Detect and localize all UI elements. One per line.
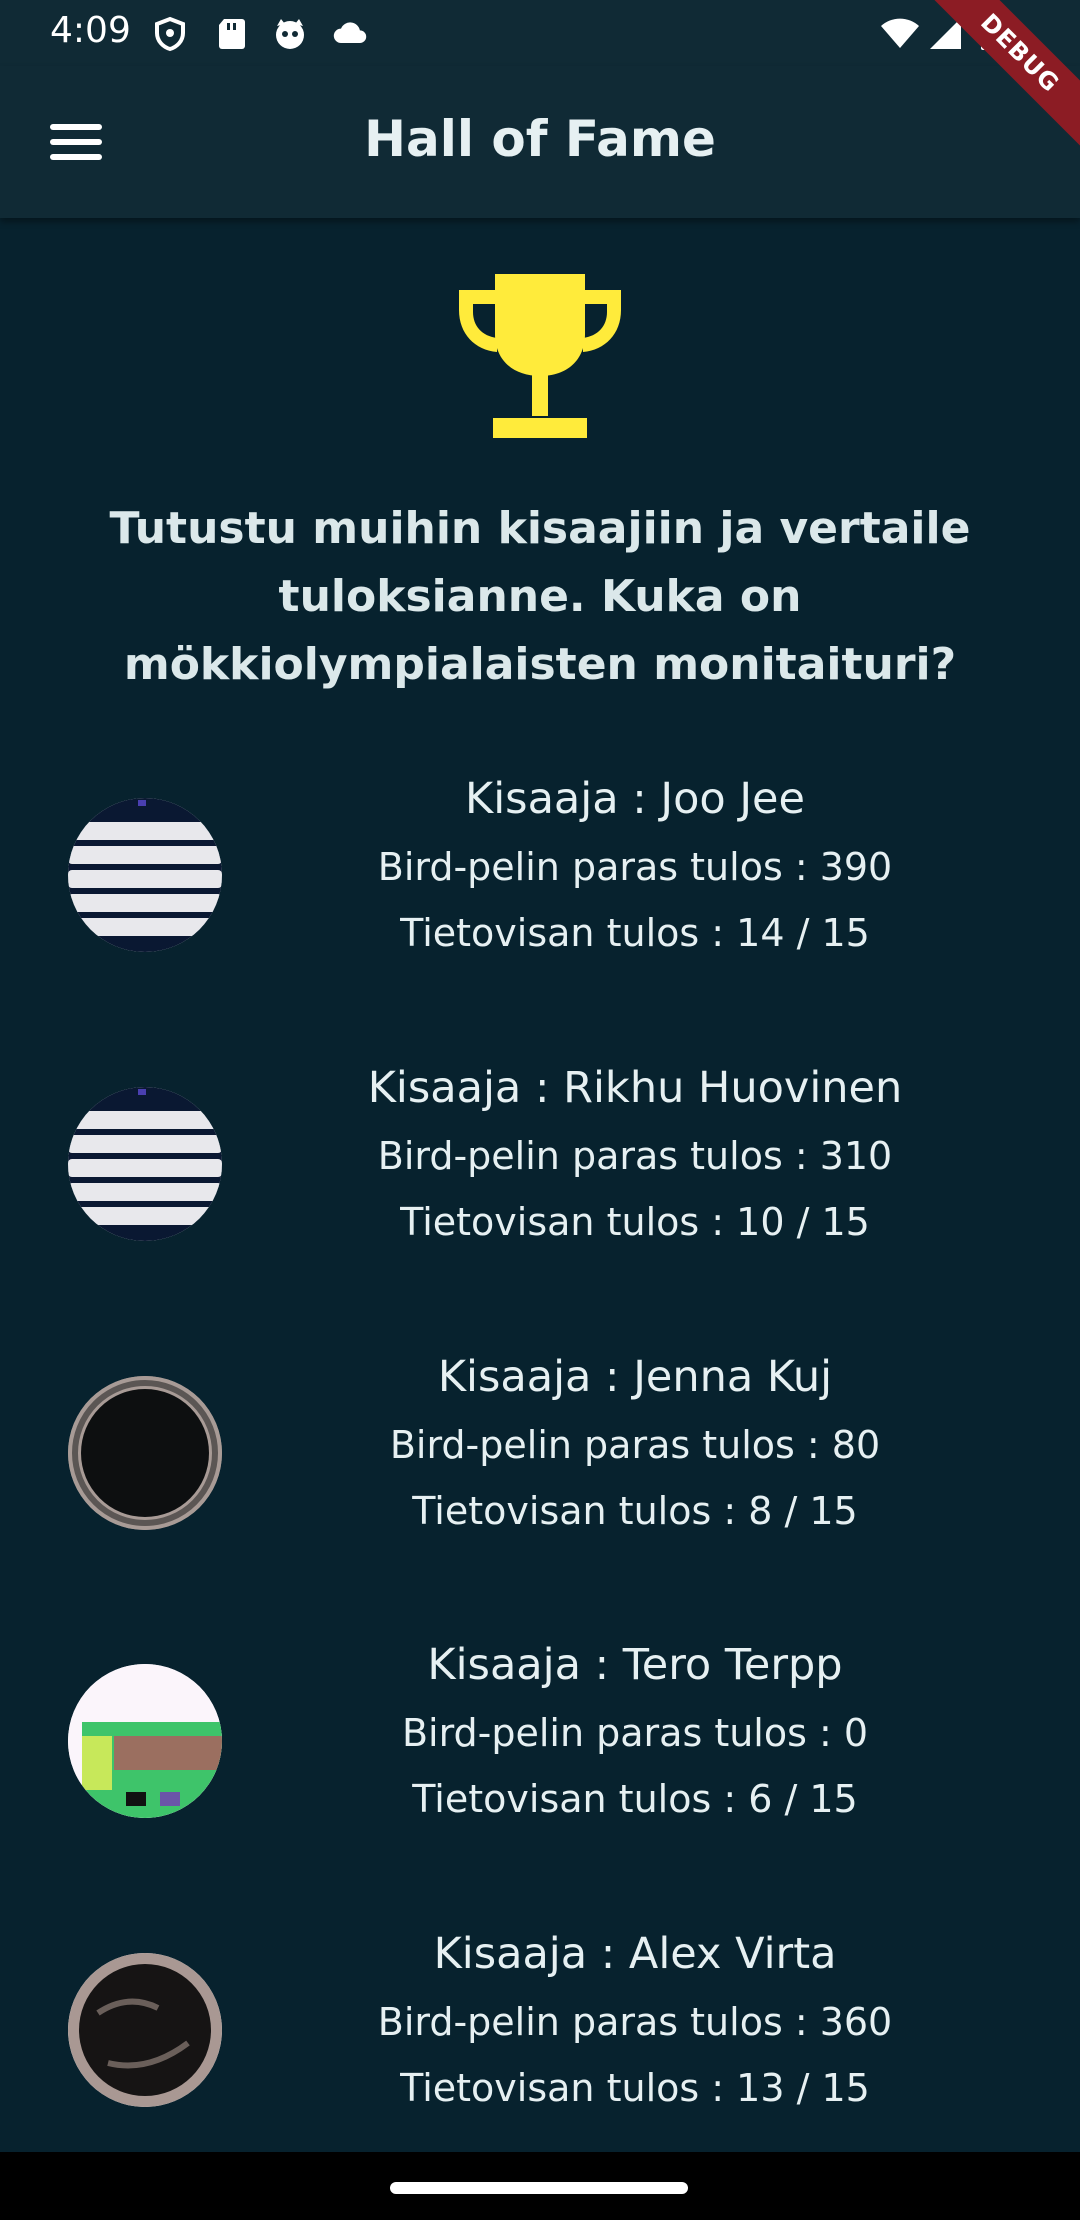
status-time: 4:09: [50, 10, 131, 51]
avatar: [68, 1376, 222, 1530]
bird-score: Bird-pelin paras tulos : 360: [377, 2000, 893, 2044]
quiz-score: Tietovisan tulos : 13 / 15: [400, 2066, 870, 2110]
quiz-score: Tietovisan tulos : 10 / 15: [400, 1200, 870, 1244]
avatar: [68, 1664, 222, 1818]
page-title: Hall of Fame: [364, 110, 716, 168]
quiz-score: Tietovisan tulos : 6 / 15: [412, 1777, 858, 1821]
list-item[interactable]: Kisaaja : Joo Jee Bird-pelin paras tulos…: [0, 740, 1080, 980]
player-name: Kisaaja : Alex Virta: [433, 1929, 837, 1979]
wifi-icon: [881, 18, 919, 48]
bird-score: Bird-pelin paras tulos : 0: [401, 1711, 869, 1755]
player-name: Kisaaja : Jenna Kuj: [437, 1352, 833, 1402]
sd-card-icon: [219, 19, 245, 49]
list-item[interactable]: Kisaaja : Tero Terpp Bird-pelin paras tu…: [0, 1606, 1080, 1846]
quiz-score: Tietovisan tulos : 14 / 15: [400, 911, 870, 955]
player-name: Kisaaja : Joo Jee: [465, 774, 805, 824]
cloud-icon: [333, 22, 367, 43]
avatar: [68, 1953, 222, 2107]
bird-score: Bird-pelin paras tulos : 310: [377, 1134, 893, 1178]
list-item[interactable]: Kisaaja : Rikhu Huovinen Bird-pelin para…: [0, 1029, 1080, 1269]
list-item[interactable]: Kisaaja : Alex Virta Bird-pelin paras tu…: [0, 1895, 1080, 2135]
home-handle[interactable]: [390, 2182, 688, 2194]
bird-score: Bird-pelin paras tulos : 390: [377, 845, 893, 889]
avatar: [68, 798, 222, 952]
navigation-bar: [0, 2152, 1080, 2220]
avatar: [68, 1087, 222, 1241]
app-bar: Hall of Fame: [0, 66, 1080, 218]
cat-icon: [276, 19, 304, 49]
intro-text: Tutustu muihin kisaajiin ja vertaile tul…: [109, 503, 971, 690]
bird-score: Bird-pelin paras tulos : 80: [389, 1423, 881, 1467]
shield-icon: [155, 16, 185, 52]
quiz-score: Tietovisan tulos : 8 / 15: [412, 1489, 858, 1533]
player-name: Kisaaja : Rikhu Huovinen: [367, 1063, 903, 1113]
player-name: Kisaaja : Tero Terpp: [427, 1640, 843, 1690]
status-bar: 4:09: [0, 0, 1080, 66]
list-item[interactable]: Kisaaja : Jenna Kuj Bird-pelin paras tul…: [0, 1318, 1080, 1558]
trophy-icon: [459, 274, 621, 438]
